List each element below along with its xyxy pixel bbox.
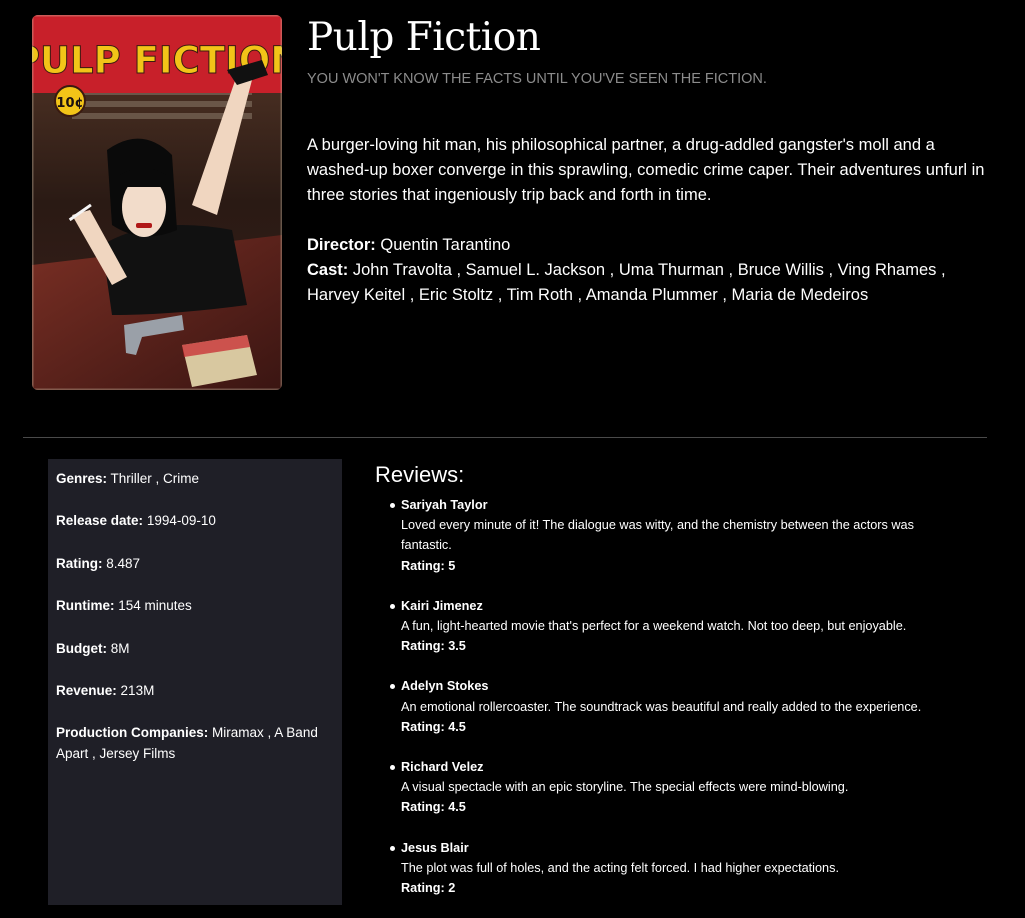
budget-label: Budget: (56, 640, 107, 656)
review-text: An emotional rollercoaster. The soundtra… (401, 699, 922, 714)
rating-row: Rating: 8.487 (56, 553, 334, 574)
rating-value: 8.487 (106, 555, 141, 571)
review-text: A visual spectacle with an epic storylin… (401, 780, 849, 795)
director-label: Director: (307, 236, 376, 254)
revenue-row: Revenue: 213M (56, 680, 334, 701)
cast-line: Cast: John Travolta , Samuel L. Jackson … (307, 258, 997, 308)
movie-tagline: YOU WON'T KNOW THE FACTS UNTIL YOU'VE SE… (307, 71, 767, 87)
genres-label: Genres: (56, 471, 108, 486)
review-author: Kairi Jimenez (401, 598, 483, 613)
movie-details-panel: Genres: Thriller , Crime Release date: 1… (48, 459, 342, 905)
movie-title: Pulp Fiction (307, 15, 541, 60)
review-text: A fun, light-hearted movie that's perfec… (401, 619, 907, 634)
review-item: Jesus Blair The plot was full of holes, … (375, 838, 1005, 899)
movie-overview: A burger-loving hit man, his philosophic… (307, 136, 985, 204)
revenue-label: Revenue: (56, 682, 117, 698)
release-date-row: Release date: 1994-09-10 (56, 510, 334, 531)
review-rating: Rating: 4.5 (401, 800, 466, 815)
review-rating: Rating: 2 (401, 881, 456, 896)
movie-credits: Director: Quentin Tarantino Cast: John T… (307, 233, 997, 308)
release-date-label: Release date: (56, 513, 144, 529)
review-item: Richard Velez A visual spectacle with an… (375, 757, 1005, 818)
revenue-value: 213M (120, 682, 155, 698)
poster-price-badge: 10¢ (56, 96, 83, 111)
review-text: The plot was full of holes, and the acti… (401, 860, 839, 875)
review-rating: Rating: 3.5 (401, 639, 466, 654)
review-item: Adelyn Stokes An emotional rollercoaster… (375, 676, 1005, 737)
review-list: Sariyah Taylor Loved every minute of it!… (375, 495, 1005, 898)
budget-value: 8M (110, 640, 130, 656)
review-rating: Rating: 5 (401, 558, 456, 573)
review-author: Adelyn Stokes (401, 679, 489, 694)
budget-row: Budget: 8M (56, 638, 334, 659)
review-item: Kairi Jimenez A fun, light-hearted movie… (375, 596, 1005, 657)
runtime-value: 154 minutes (118, 598, 192, 614)
runtime-row: Runtime: 154 minutes (56, 595, 334, 616)
review-author: Richard Velez (401, 760, 484, 775)
reviews-section: Reviews: Sariyah Taylor Loved every minu… (375, 460, 1005, 918)
movie-poster: PULP FICTION 10¢ (32, 15, 282, 390)
review-author: Jesus Blair (401, 840, 469, 855)
genres-row: Genres: Thriller , Crime (56, 468, 334, 489)
cast-label: Cast: (307, 261, 349, 279)
poster-artwork: PULP FICTION 10¢ (32, 15, 282, 390)
reviews-heading: Reviews: (375, 462, 465, 487)
review-text: Loved every minute of it! The dialogue w… (401, 518, 914, 553)
section-divider (23, 437, 987, 438)
review-item: Sariyah Taylor Loved every minute of it!… (375, 495, 1005, 576)
runtime-label: Runtime: (56, 598, 115, 614)
genres-value: Thriller , Crime (110, 471, 200, 486)
review-author: Sariyah Taylor (401, 498, 488, 512)
production-companies-row: Production Companies: Miramax , A Band A… (56, 722, 334, 764)
rating-label: Rating: (56, 555, 103, 571)
director-line: Director: Quentin Tarantino (307, 233, 997, 258)
release-date-value: 1994-09-10 (146, 513, 216, 529)
cast-list: John Travolta , Samuel L. Jackson , Uma … (307, 261, 946, 304)
movie-header: PULP FICTION 10¢ (0, 0, 1025, 437)
production-companies-label: Production Companies: (56, 725, 209, 741)
review-rating: Rating: 4.5 (401, 719, 466, 734)
director-name: Quentin Tarantino (380, 236, 511, 254)
